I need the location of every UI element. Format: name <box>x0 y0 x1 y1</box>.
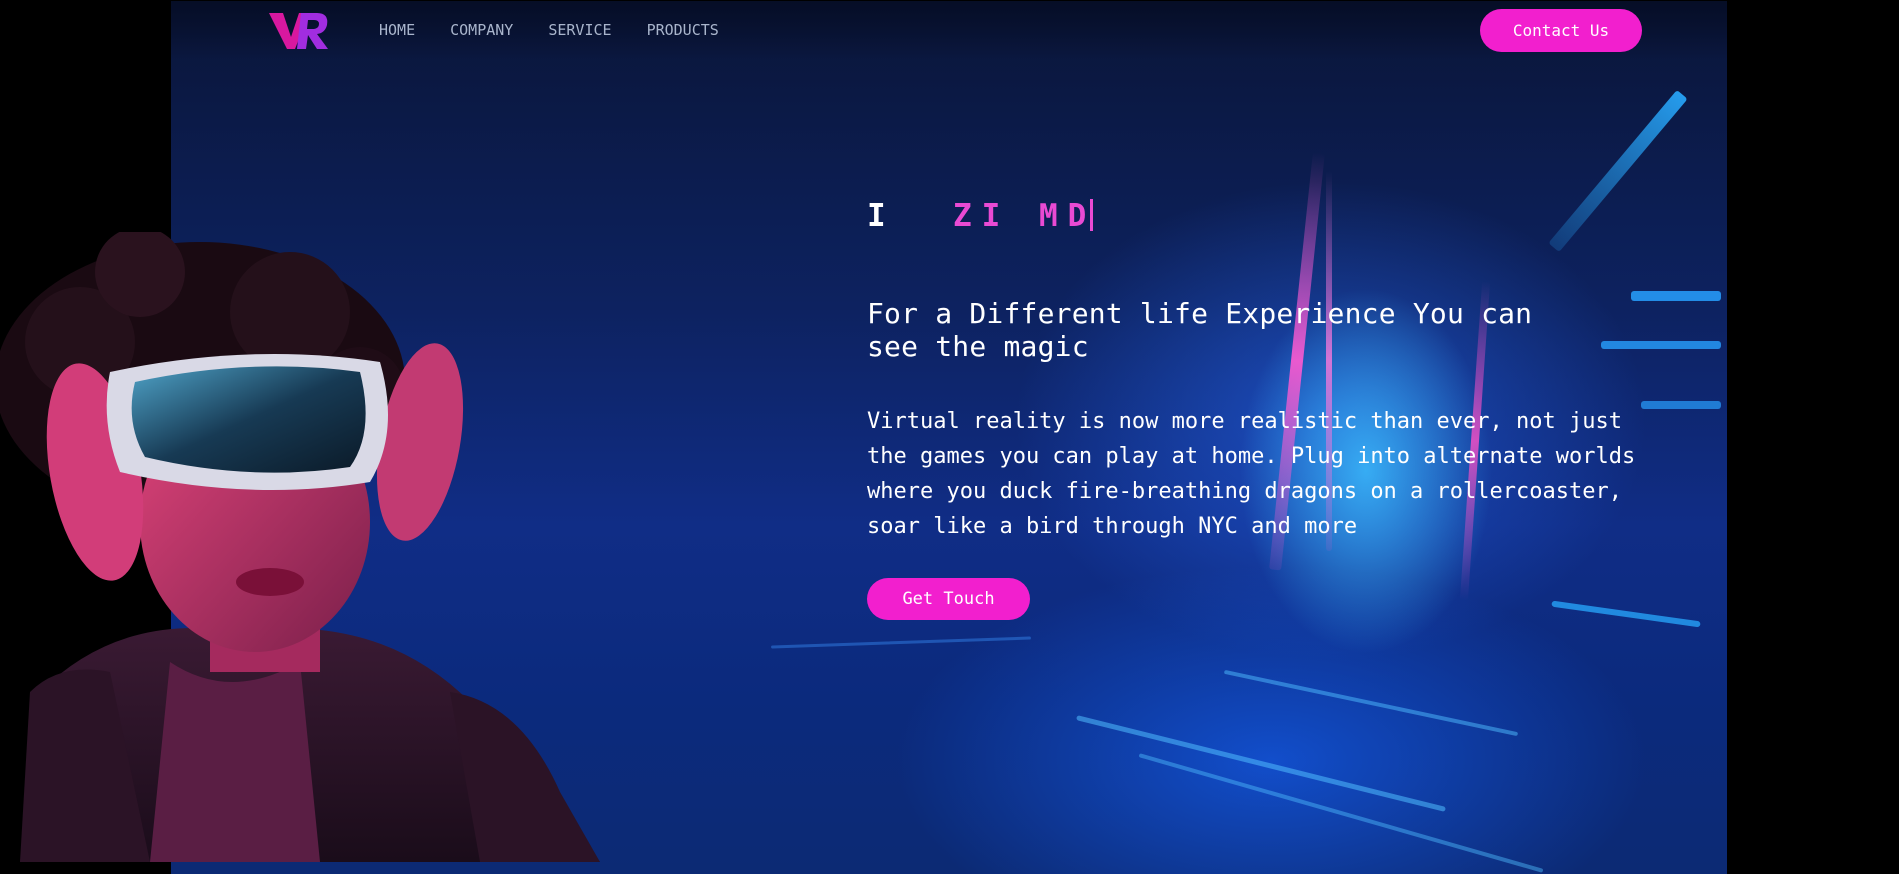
light-streak <box>1631 291 1721 301</box>
main-nav: HOME COMPANY SERVICE PRODUCTS <box>379 21 754 39</box>
hero-description: Virtual reality is now more realistic th… <box>867 409 1636 539</box>
light-streak <box>1551 600 1701 628</box>
light-streak <box>1076 715 1446 812</box>
vr-headset-person-image <box>0 232 600 862</box>
get-touch-button[interactable]: Get Touch <box>867 578 1030 620</box>
light-streak <box>1601 341 1721 349</box>
hero-subtitle: For a Different life Experience You can … <box>867 297 1533 363</box>
nav-products[interactable]: PRODUCTS <box>647 21 719 39</box>
vr-logo[interactable] <box>267 7 329 53</box>
nav-service[interactable]: SERVICE <box>548 21 611 39</box>
light-streak <box>1138 753 1544 873</box>
typing-caret <box>1090 199 1094 231</box>
nav-company[interactable]: COMPANY <box>450 21 513 39</box>
typing-text-pink: ZI MD <box>953 198 1097 234</box>
light-streak <box>771 636 1031 649</box>
light-streak <box>1548 89 1688 253</box>
light-streak <box>1223 669 1519 737</box>
contact-us-button[interactable]: Contact Us <box>1480 9 1642 52</box>
nav-home[interactable]: HOME <box>379 21 415 39</box>
typing-text-white: I <box>867 198 896 234</box>
typing-headline: I ZI MD <box>867 198 1097 234</box>
